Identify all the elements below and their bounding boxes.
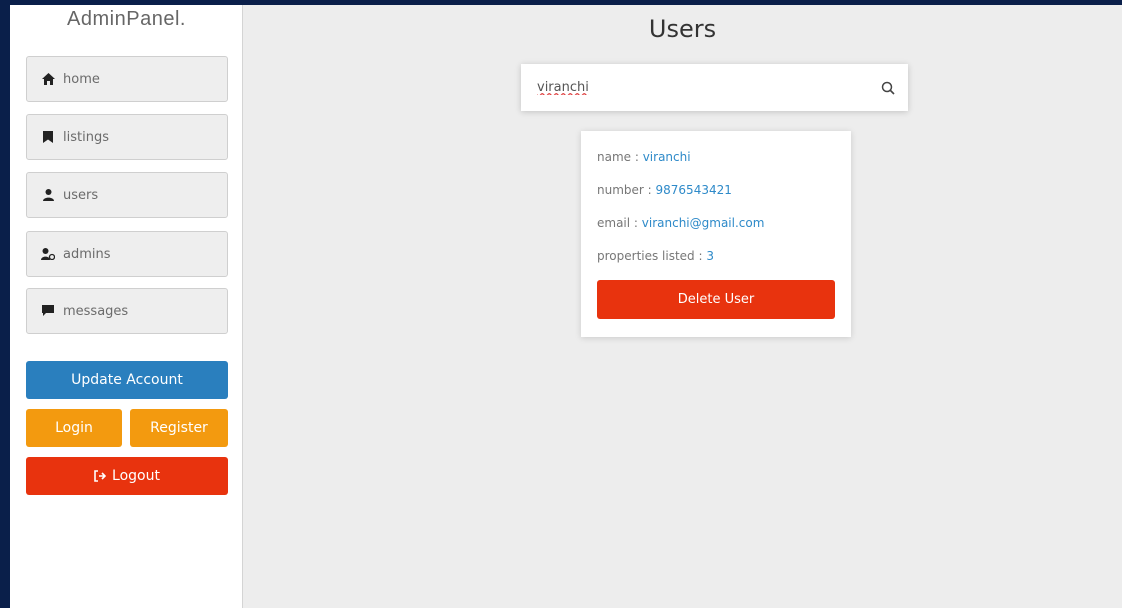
user-gear-icon — [41, 247, 55, 261]
sidebar-item-home[interactable]: home — [26, 56, 228, 102]
sidebar-item-label: home — [63, 71, 100, 87]
user-card: name : viranchi number : 9876543421 emai… — [581, 131, 851, 337]
update-account-button[interactable]: Update Account — [26, 361, 228, 399]
sidebar-item-label: admins — [63, 246, 111, 262]
main-content: Users name : viranchi number : 987654342… — [243, 5, 1122, 608]
user-name-row: name : viranchi — [597, 150, 691, 164]
logout-button[interactable]: Logout — [26, 457, 228, 495]
user-name-label: name : — [597, 150, 643, 164]
page-title: Users — [648, 15, 717, 43]
app-window: AdminPanel. home listings users admins m… — [10, 5, 1122, 608]
user-email-label: email : — [597, 216, 642, 230]
sidebar-item-label: listings — [63, 129, 109, 145]
search-icon[interactable] — [868, 64, 908, 111]
register-button[interactable]: Register — [130, 409, 228, 447]
user-properties-value: 3 — [706, 249, 714, 263]
user-number-row: number : 9876543421 — [597, 183, 732, 197]
user-email-value: viranchi@gmail.com — [641, 216, 765, 230]
logout-label: Logout — [112, 468, 160, 484]
search-input[interactable] — [521, 64, 868, 111]
sidebar-item-messages[interactable]: messages — [26, 288, 228, 334]
user-email-row: email : viranchi@gmail.com — [597, 216, 764, 230]
user-properties-row: properties listed : 3 — [597, 249, 714, 263]
sidebar-item-label: users — [63, 187, 99, 203]
message-icon — [41, 304, 55, 318]
delete-user-button[interactable]: Delete User — [597, 280, 835, 319]
logout-icon — [94, 470, 107, 482]
sidebar-item-listings[interactable]: listings — [26, 114, 228, 160]
user-number-value: 9876543421 — [655, 183, 732, 197]
user-icon — [41, 188, 55, 202]
user-number-label: number : — [597, 183, 656, 197]
sidebar-item-label: messages — [63, 303, 129, 319]
user-name-value: viranchi — [642, 150, 691, 164]
home-icon — [41, 72, 55, 86]
sidebar-item-users[interactable]: users — [26, 172, 228, 218]
search-bar — [521, 64, 908, 111]
user-properties-label: properties listed : — [597, 249, 707, 263]
login-button[interactable]: Login — [26, 409, 122, 447]
app-logo: AdminPanel. — [67, 8, 186, 30]
sidebar: AdminPanel. home listings users admins m… — [10, 5, 243, 608]
bookmark-icon — [41, 130, 55, 144]
sidebar-item-admins[interactable]: admins — [26, 231, 228, 277]
